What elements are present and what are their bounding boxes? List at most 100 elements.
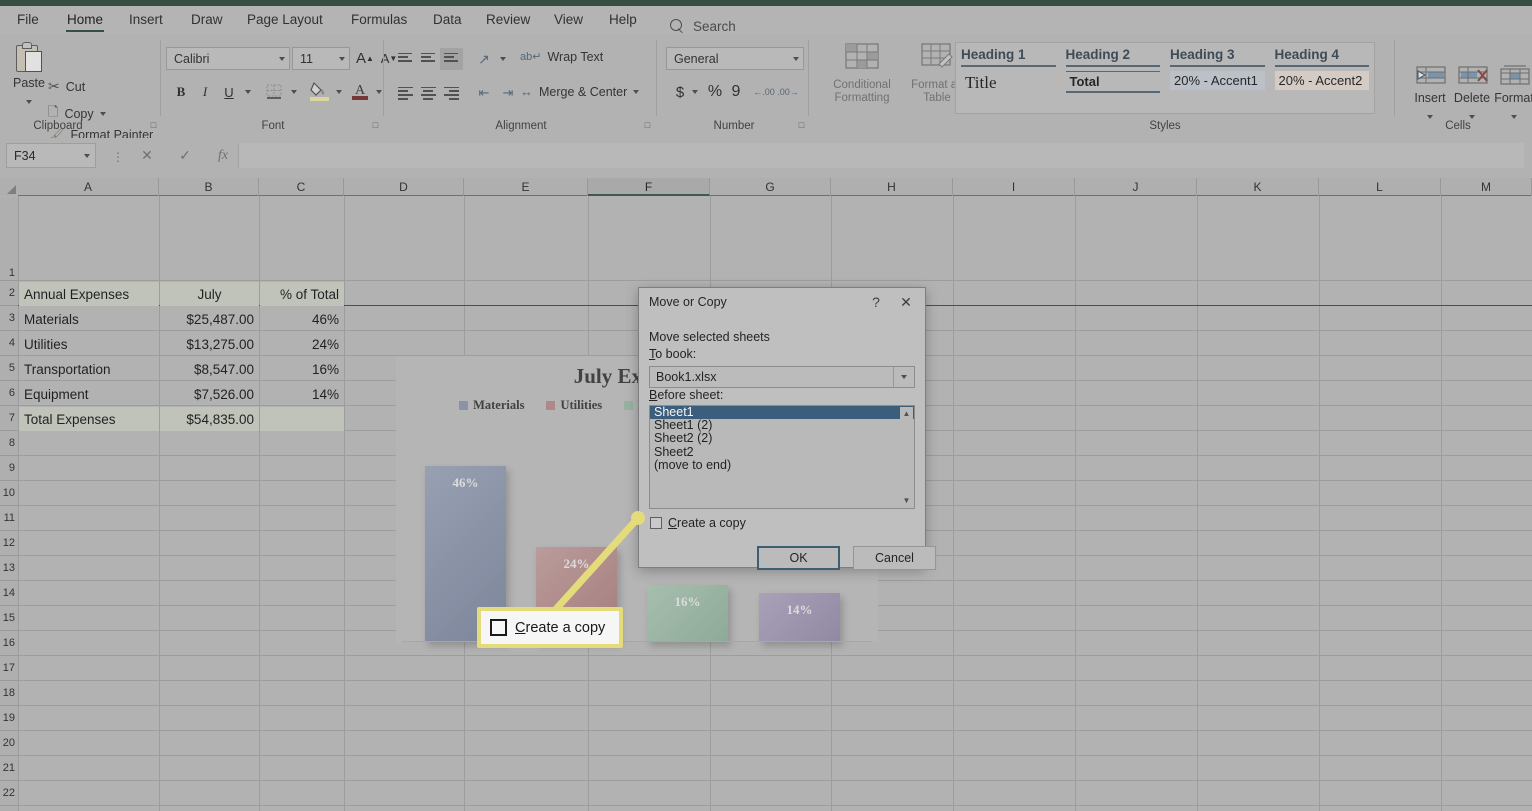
style-heading-2[interactable]: Heading 2 Total: [1061, 43, 1166, 113]
chevron-down-icon[interactable]: [332, 80, 346, 104]
row-header-15[interactable]: 15: [0, 606, 18, 631]
cell-c7[interactable]: [260, 407, 344, 431]
underline-button[interactable]: U: [218, 80, 240, 104]
row-header-10[interactable]: 10: [0, 481, 18, 506]
row-header-4[interactable]: 4: [0, 331, 18, 356]
cell-c2[interactable]: % of Total: [260, 282, 344, 306]
chevron-down-icon[interactable]: [1427, 115, 1433, 119]
column-header-m[interactable]: M: [1441, 178, 1532, 196]
chevron-down-icon[interactable]: [286, 80, 302, 104]
style-heading-1[interactable]: Heading 1 Title: [956, 43, 1061, 113]
cell-c4[interactable]: 24%: [260, 332, 344, 356]
row-header-2[interactable]: 2: [0, 281, 18, 306]
insert-cells-button[interactable]: Insert: [1406, 64, 1454, 124]
align-center-icon[interactable]: [417, 82, 440, 104]
column-header-k[interactable]: K: [1197, 178, 1319, 196]
before-sheet-list[interactable]: Sheet1 Sheet1 (2) Sheet2 (2) Sheet2 (mov…: [649, 405, 915, 509]
conditional-formatting-button[interactable]: Conditional Formatting: [820, 42, 904, 105]
chevron-down-icon[interactable]: [893, 367, 914, 387]
row-header-22[interactable]: 22: [0, 781, 18, 806]
chevron-down-icon[interactable]: [793, 56, 799, 61]
column-header-f[interactable]: F: [588, 178, 710, 196]
align-left-icon[interactable]: [394, 82, 417, 104]
comma-style-button[interactable]: 9: [726, 80, 746, 104]
cell-b4[interactable]: $13,275.00: [160, 332, 259, 356]
chevron-down-icon[interactable]: [496, 48, 510, 70]
tab-review[interactable]: Review: [477, 6, 539, 34]
style-heading-4[interactable]: Heading 4 20% - Accent2: [1270, 43, 1375, 113]
column-header-a[interactable]: A: [18, 178, 159, 196]
cell-a3[interactable]: Materials: [19, 307, 159, 331]
tab-draw[interactable]: Draw: [182, 6, 232, 34]
to-book-combo[interactable]: Book1.xlsx: [649, 366, 915, 388]
row-header-12[interactable]: 12: [0, 531, 18, 556]
font-size-combo[interactable]: 11: [292, 47, 350, 70]
list-scrollbar[interactable]: ▲ ▼: [900, 407, 913, 507]
cell-a4[interactable]: Utilities: [19, 332, 159, 356]
list-item-move-to-end[interactable]: (move to end): [650, 458, 914, 472]
legend-item-utilities[interactable]: Utilities: [546, 398, 602, 413]
row-header-18[interactable]: 18: [0, 681, 18, 706]
confirm-icon[interactable]: ✓: [168, 143, 202, 168]
format-cells-button[interactable]: Format: [1490, 64, 1532, 124]
wrap-text-button[interactable]: ab↵ Wrap Text: [520, 50, 603, 64]
formula-bar-grip[interactable]: ⋮: [112, 150, 125, 164]
merge-center-button[interactable]: ↔ Merge & Center: [520, 84, 640, 99]
clipboard-dialog-launcher[interactable]: □: [148, 120, 159, 131]
list-item-sheet2-2[interactable]: Sheet2 (2): [650, 432, 914, 445]
tab-help[interactable]: Help: [600, 6, 646, 34]
cancel-icon[interactable]: ✕: [130, 143, 164, 168]
borders-icon[interactable]: [262, 80, 286, 104]
cell-b2[interactable]: July: [160, 282, 259, 306]
cell-b7[interactable]: $54,835.00: [160, 407, 259, 431]
tab-home[interactable]: Home: [58, 6, 112, 34]
row-header-17[interactable]: 17: [0, 656, 18, 681]
delete-cells-button[interactable]: Delete: [1448, 64, 1496, 124]
row-header-16[interactable]: 16: [0, 631, 18, 656]
decrease-indent-icon[interactable]: ⇤: [472, 82, 496, 104]
font-color-icon[interactable]: A: [348, 78, 372, 104]
cancel-button[interactable]: Cancel: [853, 546, 936, 570]
font-dialog-launcher[interactable]: □: [370, 120, 381, 131]
row-header-6[interactable]: 6: [0, 381, 18, 406]
column-header-c[interactable]: C: [259, 178, 344, 196]
italic-button[interactable]: I: [194, 80, 216, 104]
column-header-i[interactable]: I: [953, 178, 1075, 196]
column-header-l[interactable]: L: [1319, 178, 1441, 196]
tab-formulas[interactable]: Formulas: [342, 6, 416, 34]
chevron-down-icon[interactable]: [688, 80, 702, 104]
name-box[interactable]: F34: [6, 143, 96, 168]
align-bottom-icon[interactable]: [440, 48, 463, 70]
column-header-g[interactable]: G: [710, 178, 831, 196]
align-right-icon[interactable]: [440, 82, 463, 104]
tab-page-layout[interactable]: Page Layout: [238, 6, 332, 34]
chevron-down-icon[interactable]: [633, 89, 640, 94]
column-header-e[interactable]: E: [464, 178, 588, 196]
bold-button[interactable]: B: [170, 80, 192, 104]
row-header-14[interactable]: 14: [0, 581, 18, 606]
cut-button[interactable]: ✂ Cut: [48, 78, 85, 95]
row-header-23[interactable]: 23: [0, 806, 18, 811]
cell-c5[interactable]: 16%: [260, 357, 344, 381]
tab-data[interactable]: Data: [424, 6, 471, 34]
fx-icon[interactable]: fx: [206, 143, 240, 168]
chevron-down-icon[interactable]: [1469, 115, 1475, 119]
list-item-sheet2[interactable]: Sheet2: [650, 445, 914, 459]
row-header-5[interactable]: 5: [0, 356, 18, 381]
number-dialog-launcher[interactable]: □: [796, 120, 807, 131]
formula-input[interactable]: [238, 143, 1524, 168]
align-top-icon[interactable]: [394, 48, 417, 70]
chevron-down-icon[interactable]: [240, 80, 256, 104]
chart-bar-transportation[interactable]: 16%: [647, 585, 728, 642]
chevron-down-icon[interactable]: [26, 100, 32, 104]
dialog-title-bar[interactable]: Move or Copy ? ✕: [639, 288, 925, 316]
percent-style-button[interactable]: %: [704, 80, 726, 104]
align-middle-icon[interactable]: [417, 48, 440, 70]
chevron-down-icon[interactable]: [84, 153, 90, 158]
legend-item-materials[interactable]: Materials: [459, 398, 524, 413]
style-heading-3[interactable]: Heading 3 20% - Accent1: [1165, 43, 1270, 113]
orientation-icon[interactable]: ↗: [472, 48, 496, 70]
cell-c6[interactable]: 14%: [260, 382, 344, 406]
tab-file[interactable]: File: [8, 6, 48, 34]
column-header-d[interactable]: D: [344, 178, 464, 196]
